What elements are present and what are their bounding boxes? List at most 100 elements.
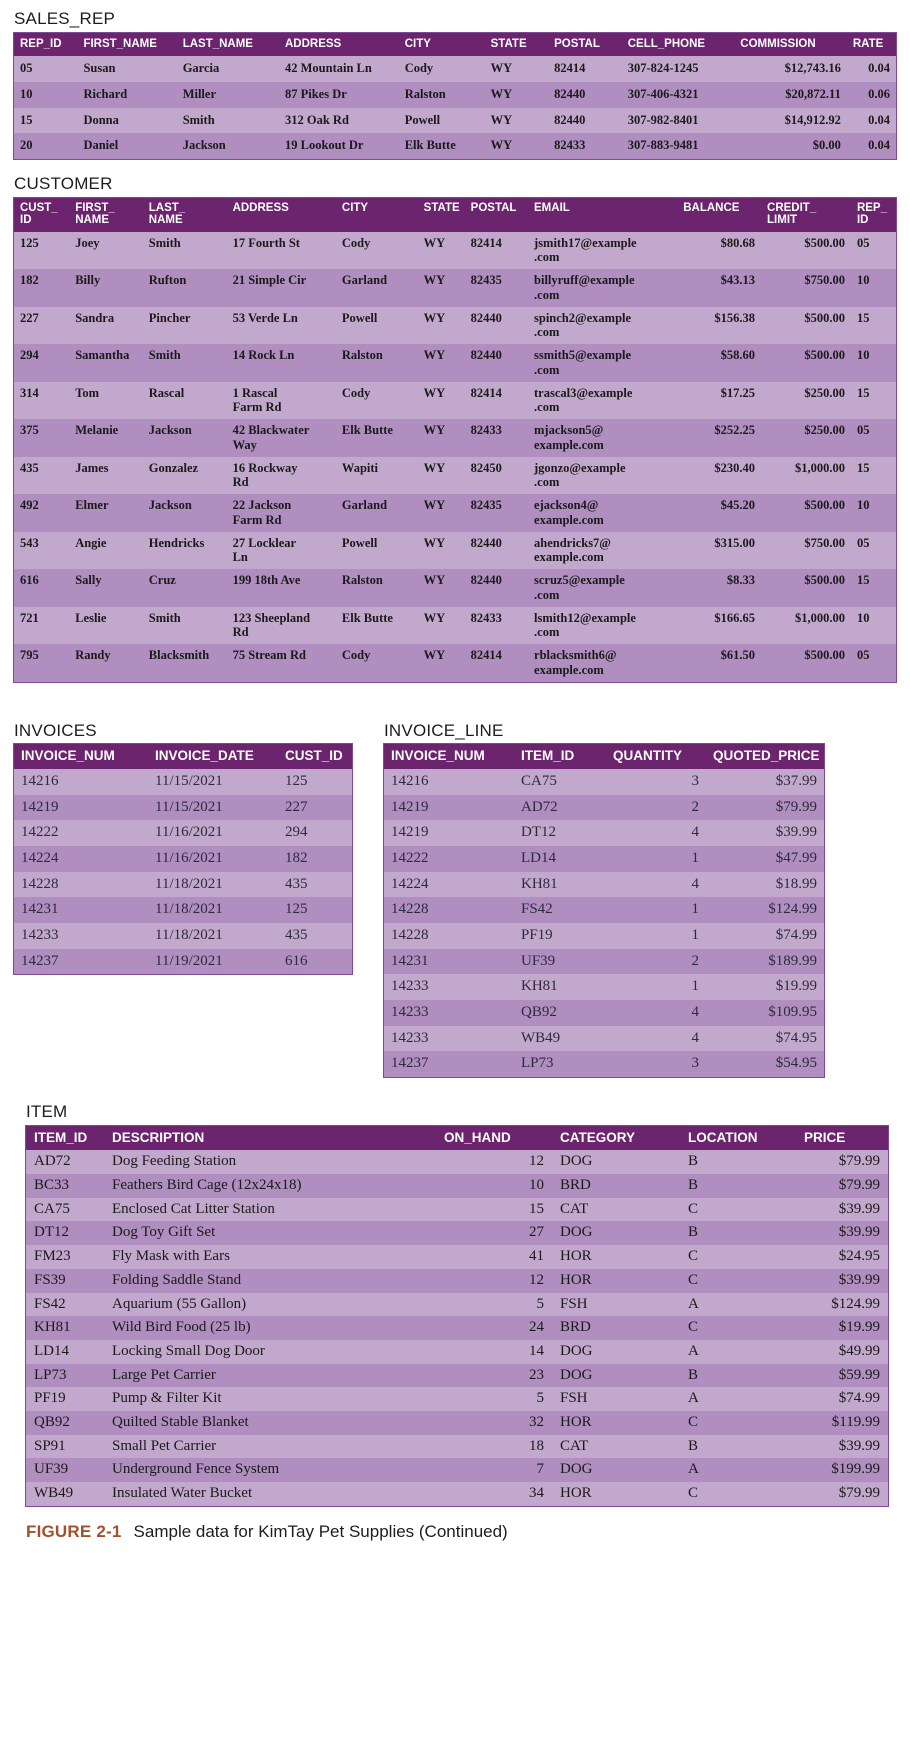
table-cell: CAT: [552, 1434, 680, 1459]
table-cell: 14228: [384, 922, 514, 949]
table-row: 616 Sally Cruz 199 18th Ave Ralston WY 82440 sc…: [14, 569, 896, 607]
sales-rep-title: SALES_REP: [14, 9, 116, 28]
column-header: ITEM_ID: [514, 744, 606, 769]
table-cell: C: [680, 1482, 796, 1506]
table-cell: Ralston: [398, 81, 485, 108]
table-cell: 14231: [14, 897, 148, 923]
table-cell: Feathers Bird Cage (12x24x18): [104, 1174, 436, 1198]
table-body: 14216 CA75 3 $37.99 14219 AD72 2 $79.99 14219 DT1…: [384, 768, 824, 1078]
table-cell: Pincher: [142, 306, 227, 345]
table-row: 375 Melanie Jackson 42 Blackwater Way Elk Bu…: [14, 419, 896, 457]
table-cell: 11/16/2021: [148, 820, 278, 846]
table-cell: 15: [850, 381, 896, 420]
column-header: QUANTITY: [606, 744, 706, 769]
table-cell: Powell: [335, 306, 418, 345]
column-header: FIRST_NAME: [77, 32, 177, 57]
sales-rep-section: SALES_REP REP_ID FIRST_NAME LAST_NAME ADDRE…: [14, 9, 896, 160]
table-cell: Joey: [69, 231, 143, 270]
table-body: 14216 11/15/2021 125 14219 11/15/2021 227 1422…: [14, 768, 352, 975]
table-cell: PF19: [514, 922, 606, 949]
column-header: LAST_NAME: [176, 32, 279, 57]
table-cell: Jackson: [176, 133, 279, 160]
column-header: CUST_ID: [278, 744, 352, 769]
table-row: 14231 UF39 2 $189.99: [384, 948, 824, 975]
table-row: SP91 Small Pet Carrier 18 CAT B $39.99: [26, 1434, 888, 1459]
table-row: 314 Tom Rascal 1 Rascal Farm Rd Cody WY 82414 t…: [14, 381, 896, 420]
table-cell: A: [680, 1292, 796, 1317]
table-cell: 23: [436, 1363, 552, 1388]
table-cell: $500.00: [761, 644, 851, 682]
table-cell: 307-883-9481: [621, 133, 735, 160]
table-cell: 14233: [384, 1000, 514, 1026]
table-cell: 1: [606, 897, 706, 923]
table-cell: WB49: [514, 1025, 606, 1052]
table-cell: $14,912.92: [734, 107, 847, 134]
table-cell: $79.99: [706, 794, 824, 821]
table-body: 125 Joey Smith 17 Fourth St Cody WY 82414 jsmit…: [14, 231, 896, 682]
table-row: KH81 Wild Bird Food (25 lb) 24 BRD C $19.99: [26, 1316, 888, 1340]
table-cell: 435: [278, 922, 352, 949]
table-cell: 82440: [548, 107, 622, 134]
table-cell: Garcia: [176, 56, 279, 82]
table-cell: $166.65: [677, 606, 762, 645]
table-cell: C: [680, 1245, 796, 1269]
column-header: REP_ ID: [850, 197, 896, 232]
table-row: 14219 DT12 4 $39.99: [384, 820, 824, 846]
table-cell: $79.99: [796, 1482, 888, 1506]
table-cell: B: [680, 1221, 796, 1246]
table-cell: Richard: [77, 81, 177, 108]
table-row: PF19 Pump & Filter Kit 5 FSH A $74.99: [26, 1387, 888, 1411]
table-cell: HOR: [552, 1245, 680, 1269]
table-cell: 19 Lookout Dr: [279, 133, 399, 160]
table-cell: 14224: [14, 845, 148, 872]
table-cell: $124.99: [706, 897, 824, 923]
item-table: ITEM_ID DESCRIPTION ON_HAND CATEGORY LOCATIO…: [26, 1125, 888, 1506]
table-cell: 227: [14, 306, 70, 345]
table-header-row: REP_ID FIRST_NAME LAST_NAME ADDRESS CITY STAT…: [14, 32, 896, 57]
table-cell: 199 18th Ave: [226, 569, 336, 607]
table-cell: $8.33: [677, 569, 762, 607]
table-cell: 14233: [384, 1025, 514, 1052]
table-cell: WY: [484, 133, 549, 160]
column-header: CUST_ ID: [14, 197, 70, 232]
table-row: AD72 Dog Feeding Station 12 DOG B $79.99: [26, 1150, 888, 1175]
table-cell: Hendricks: [142, 531, 227, 570]
table-cell: 11/19/2021: [148, 948, 278, 975]
table-cell: Samantha: [69, 344, 143, 382]
table-cell: 435: [14, 456, 70, 495]
table-cell: 82433: [464, 606, 529, 645]
table-cell: Melanie: [69, 419, 143, 457]
table-cell: BRD: [552, 1174, 680, 1198]
table-cell: 0.04: [846, 133, 896, 160]
table-cell: Jackson: [142, 419, 227, 457]
table-cell: A: [680, 1339, 796, 1364]
table-cell: AD72: [26, 1150, 104, 1175]
table-cell: CAT: [552, 1197, 680, 1222]
column-header: INVOICE_NUM: [14, 744, 148, 769]
table-cell: Wild Bird Food (25 lb): [104, 1316, 436, 1340]
table-cell: 14237: [14, 948, 148, 975]
table-cell: 14216: [384, 768, 514, 795]
item-section: ITEM ITEM_ID DESCRIPTION ON_HAND CATEGORY LO…: [14, 1102, 896, 1506]
table-header-row: ITEM_ID DESCRIPTION ON_HAND CATEGORY LOCATIO…: [26, 1125, 888, 1151]
table-cell: 795: [14, 644, 70, 682]
table-cell: 11/15/2021: [148, 768, 278, 795]
table-cell: LD14: [26, 1339, 104, 1364]
table-cell: 0.06: [846, 81, 896, 108]
table-cell: FS39: [26, 1268, 104, 1293]
table-cell: Cody: [398, 56, 485, 82]
table-cell: 82414: [464, 644, 529, 682]
table-row: 14224 11/16/2021 182: [14, 845, 352, 872]
table-cell: Randy: [69, 644, 143, 682]
table-cell: 15: [850, 456, 896, 495]
table-row: UF39 Underground Fence System 7 DOG A $199.99: [26, 1458, 888, 1482]
column-header: ITEM_ID: [26, 1125, 104, 1151]
table-cell: FS42: [514, 897, 606, 923]
table-cell: Cruz: [142, 569, 227, 607]
table-cell: WY: [417, 494, 465, 532]
table-cell: WY: [417, 644, 465, 682]
table-cell: ahendricks7@ example.com: [528, 531, 678, 570]
table-cell: Smith: [176, 107, 279, 134]
table-row: CA75 Enclosed Cat Litter Station 15 CAT C $39…: [26, 1197, 888, 1222]
table-cell: 10: [14, 81, 78, 108]
